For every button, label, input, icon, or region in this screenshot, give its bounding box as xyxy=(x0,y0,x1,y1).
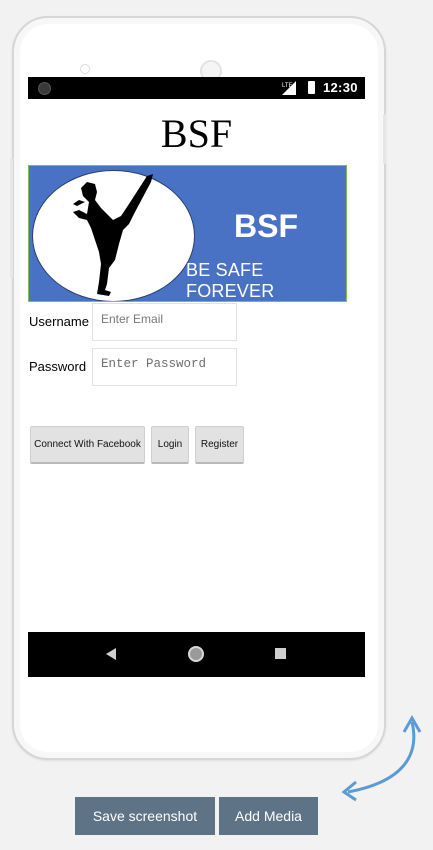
device-screen: LTE 12:30 BSF BSF BE SAFE FOREVER Userna… xyxy=(28,77,365,677)
status-bar: LTE 12:30 xyxy=(28,77,365,99)
back-icon[interactable] xyxy=(106,648,116,660)
username-input[interactable]: Enter Email xyxy=(92,303,237,341)
login-button[interactable]: Login xyxy=(151,426,189,464)
password-label: Password xyxy=(29,359,87,374)
username-label: Username xyxy=(29,314,89,329)
svg-text:LTE: LTE xyxy=(282,83,293,89)
banner-title: BSF xyxy=(234,208,298,244)
connect-facebook-button[interactable]: Connect With Facebook xyxy=(30,426,145,464)
register-button[interactable]: Register xyxy=(195,426,244,464)
sensor-dot xyxy=(80,64,90,74)
power-button xyxy=(383,114,386,164)
kickboxer-silhouette-icon xyxy=(73,174,153,296)
volume-button xyxy=(10,158,13,278)
app-title: BSF xyxy=(160,111,233,156)
status-time: 12:30 xyxy=(323,80,358,95)
logo-banner: BSF BE SAFE FOREVER xyxy=(28,165,347,302)
recent-apps-icon[interactable] xyxy=(275,648,286,659)
password-input[interactable]: Enter Password xyxy=(92,348,237,386)
battery-icon xyxy=(308,81,315,94)
banner-tagline: BE SAFE FOREVER xyxy=(186,260,275,301)
lte-signal-icon: LTE xyxy=(282,81,296,95)
camera-notch-icon xyxy=(38,82,51,95)
save-screenshot-button[interactable]: Save screenshot xyxy=(75,797,215,835)
home-icon[interactable] xyxy=(188,646,204,662)
add-media-button[interactable]: Add Media xyxy=(219,797,318,835)
rotate-device-icon[interactable] xyxy=(338,712,428,804)
android-nav-bar xyxy=(28,632,365,677)
